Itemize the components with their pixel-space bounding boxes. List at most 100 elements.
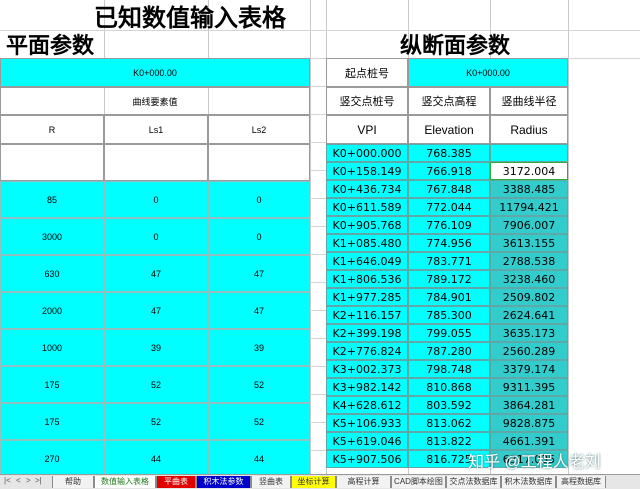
vpi-cell-radius[interactable]: 7906.007 [490, 216, 568, 234]
curve-cell-ls1[interactable]: 39 [104, 329, 208, 366]
vpi-cell-radius[interactable] [490, 144, 568, 162]
curve-cell-ls2[interactable]: 44 [208, 440, 310, 477]
sheet-tab[interactable]: 坐标计算 [291, 476, 336, 488]
vpi-cell-elevation[interactable]: 810.868 [408, 378, 490, 396]
sheet-tab[interactable]: CAD脚本绘图 [391, 476, 446, 488]
sheet-tab[interactable]: 积木法数据库 [501, 476, 556, 488]
vpi-cell-elevation[interactable]: 803.592 [408, 396, 490, 414]
curve-cell-ls2[interactable]: 0 [208, 181, 310, 218]
empty-cell[interactable] [208, 144, 310, 181]
curve-cell-r[interactable]: 270 [0, 440, 104, 477]
empty-cell[interactable] [104, 144, 208, 181]
curve-cell-r[interactable]: 175 [0, 366, 104, 403]
vpi-cell-elevation[interactable]: 767.848 [408, 180, 490, 198]
curve-cell-r[interactable]: 85 [0, 181, 104, 218]
profile-start-station-cell[interactable]: K0+000.00 [408, 58, 568, 87]
curve-cell-r[interactable]: 2000 [0, 292, 104, 329]
sheet-tab-bar: |< < > >| 帮助 数值输入表格 平曲表 积木法参数 竖曲表 坐标计算 高程计算 CAD… [0, 474, 640, 489]
sheet-tab[interactable]: 高程数据库 [556, 476, 606, 488]
vpi-cell-vpi[interactable]: K5+907.506 [326, 450, 408, 468]
vpi-cell-radius[interactable]: 9828.875 [490, 414, 568, 432]
curve-cell-r[interactable]: 175 [0, 403, 104, 440]
curve-cell-ls2[interactable]: 47 [208, 255, 310, 292]
header-vpi: VPI [326, 115, 408, 144]
plan-section-title: 平面参数 [6, 33, 95, 57]
vpi-cell-radius[interactable]: 3238.460 [490, 270, 568, 288]
curve-cell-ls1[interactable]: 0 [104, 218, 208, 255]
vpi-cell-radius[interactable]: 3864.281 [490, 396, 568, 414]
sheet-tab[interactable]: 高程计算 [336, 476, 391, 488]
vpi-cell-radius[interactable]: 3172.004 [490, 162, 568, 180]
watermark: 知乎 @工程人老刘 [468, 454, 601, 471]
plan-start-station-cell[interactable]: K0+000.00 [0, 58, 310, 87]
vpi-cell-radius[interactable]: 3379.174 [490, 360, 568, 378]
last-sheet-button[interactable]: >| [35, 476, 42, 485]
vpi-cell-vpi[interactable]: K5+106.933 [326, 414, 408, 432]
curve-cell-ls1[interactable]: 52 [104, 403, 208, 440]
curve-cell-ls2[interactable]: 0 [208, 218, 310, 255]
curve-cell-ls1[interactable]: 47 [104, 292, 208, 329]
vpi-cell-radius[interactable]: 2624.641 [490, 306, 568, 324]
vpi-cell-radius[interactable]: 11794.421 [490, 198, 568, 216]
curve-cell-ls2[interactable]: 39 [208, 329, 310, 366]
vpi-cell-vpi[interactable]: K1+977.285 [326, 288, 408, 306]
sheet-tab[interactable]: 平曲表 [156, 476, 196, 488]
vpi-cell-radius[interactable]: 3635.173 [490, 324, 568, 342]
vpi-cell-elevation[interactable]: 776.109 [408, 216, 490, 234]
curve-cell-ls1[interactable]: 44 [104, 440, 208, 477]
vpi-cell-vpi[interactable]: K2+399.198 [326, 324, 408, 342]
prev-sheet-button[interactable]: < [16, 476, 21, 485]
vpi-cell-vpi[interactable]: K0+158.149 [326, 162, 408, 180]
column-header-ls2: Ls2 [208, 115, 310, 144]
vpi-cell-elevation[interactable]: 766.918 [408, 162, 490, 180]
vpi-cell-elevation[interactable]: 774.956 [408, 234, 490, 252]
vpi-cell-radius[interactable]: 2560.289 [490, 342, 568, 360]
vpi-cell-vpi[interactable]: K0+905.768 [326, 216, 408, 234]
curve-cell-ls2[interactable]: 47 [208, 292, 310, 329]
vpi-cell-vpi[interactable]: K2+776.824 [326, 342, 408, 360]
vpi-cell-elevation[interactable]: 768.385 [408, 144, 490, 162]
sheet-tab[interactable]: 积木法参数 [196, 476, 251, 488]
vpi-cell-vpi[interactable]: K1+646.049 [326, 252, 408, 270]
vpi-cell-elevation[interactable]: 799.055 [408, 324, 490, 342]
vpi-cell-radius[interactable]: 3613.155 [490, 234, 568, 252]
first-sheet-button[interactable]: |< [4, 476, 11, 485]
next-sheet-button[interactable]: > [26, 476, 31, 485]
curve-cell-r[interactable]: 1000 [0, 329, 104, 366]
vpi-cell-vpi[interactable]: K5+619.046 [326, 432, 408, 450]
curve-cell-ls1[interactable]: 0 [104, 181, 208, 218]
vpi-cell-elevation[interactable]: 787.280 [408, 342, 490, 360]
vpi-cell-vpi[interactable]: K0+611.589 [326, 198, 408, 216]
curve-cell-r[interactable]: 630 [0, 255, 104, 292]
vpi-cell-elevation[interactable]: 785.300 [408, 306, 490, 324]
vpi-cell-vpi[interactable]: K3+982.142 [326, 378, 408, 396]
vpi-cell-vpi[interactable]: K4+628.612 [326, 396, 408, 414]
vpi-cell-vpi[interactable]: K3+002.373 [326, 360, 408, 378]
sheet-tab[interactable]: 竖曲表 [251, 476, 291, 488]
empty-cell[interactable] [0, 144, 104, 181]
vpi-cell-elevation[interactable]: 784.901 [408, 288, 490, 306]
page-title: 已知数值输入表格 [94, 5, 286, 31]
vpi-cell-vpi[interactable]: K0+000.000 [326, 144, 408, 162]
vpi-cell-elevation[interactable]: 772.044 [408, 198, 490, 216]
vpi-cell-vpi[interactable]: K2+116.157 [326, 306, 408, 324]
vpi-cell-vpi[interactable]: K0+436.734 [326, 180, 408, 198]
vpi-cell-radius[interactable]: 2509.802 [490, 288, 568, 306]
sheet-tab[interactable]: 帮助 [52, 476, 94, 488]
vpi-cell-elevation[interactable]: 798.748 [408, 360, 490, 378]
curve-cell-ls2[interactable]: 52 [208, 366, 310, 403]
sheet-tab[interactable]: 交点法数据库 [446, 476, 501, 488]
vpi-cell-vpi[interactable]: K1+085.480 [326, 234, 408, 252]
curve-cell-r[interactable]: 3000 [0, 218, 104, 255]
curve-cell-ls1[interactable]: 52 [104, 366, 208, 403]
vpi-cell-elevation[interactable]: 783.771 [408, 252, 490, 270]
curve-cell-ls1[interactable]: 47 [104, 255, 208, 292]
vpi-cell-elevation[interactable]: 813.062 [408, 414, 490, 432]
curve-cell-ls2[interactable]: 52 [208, 403, 310, 440]
sheet-tab[interactable]: 数值输入表格 [94, 476, 156, 488]
vpi-cell-radius[interactable]: 2788.538 [490, 252, 568, 270]
vpi-cell-vpi[interactable]: K1+806.536 [326, 270, 408, 288]
vpi-cell-radius[interactable]: 3388.485 [490, 180, 568, 198]
vpi-cell-elevation[interactable]: 789.172 [408, 270, 490, 288]
vpi-cell-radius[interactable]: 9311.395 [490, 378, 568, 396]
